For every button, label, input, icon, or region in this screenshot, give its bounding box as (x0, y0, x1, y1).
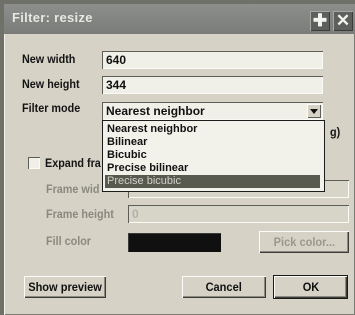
dropdown-option[interactable]: Precise bilinear (105, 162, 188, 175)
filter-mode-value: Nearest neighbor (106, 104, 205, 118)
fill-color-swatch (128, 233, 221, 252)
cancel-button[interactable]: Cancel (182, 276, 266, 298)
new-height-label: New height (22, 77, 80, 91)
title-bar[interactable]: Filter: resize ✚ ✕ (4, 4, 355, 34)
show-preview-button[interactable]: Show preview (24, 276, 106, 298)
show-preview-label: Show preview (28, 280, 102, 294)
dialog-title: Filter: resize (12, 10, 93, 25)
frame-height-input[interactable]: 0 (128, 205, 349, 223)
filter-mode-dropdown-list: Nearest neighbor Bilinear Bicubic Precis… (102, 120, 325, 192)
ok-button[interactable]: OK (273, 275, 348, 299)
expand-frame-label: Expand fra (45, 156, 101, 170)
pick-color-label: Pick color... (273, 235, 335, 249)
ok-label: OK (302, 280, 319, 294)
frame-height-value: 0 (132, 207, 139, 221)
frame-width-label: Frame wid (46, 182, 100, 196)
dropdown-option[interactable]: Nearest neighbor (105, 123, 197, 136)
hidden-option-suffix: g) (330, 125, 341, 139)
filter-mode-select[interactable]: Nearest neighbor (102, 102, 323, 120)
dropdown-option[interactable]: Bilinear (105, 136, 147, 149)
cancel-label: Cancel (205, 280, 243, 294)
new-width-input[interactable]: 640 (102, 51, 323, 69)
expand-frame-checkbox[interactable] (28, 157, 40, 169)
fill-color-label: Fill color (46, 234, 92, 248)
new-width-label: New width (22, 52, 76, 66)
new-height-value: 344 (106, 78, 127, 92)
chevron-down-icon[interactable] (307, 104, 321, 118)
new-height-input[interactable]: 344 (102, 76, 323, 94)
close-icon[interactable]: ✕ (333, 11, 353, 31)
dropdown-option-highlighted[interactable]: Precise bicubic (105, 175, 320, 188)
dropdown-option[interactable]: Bicubic (105, 149, 147, 162)
new-width-value: 640 (106, 53, 127, 67)
frame-height-label: Frame height (46, 207, 114, 221)
filter-mode-label: Filter mode (22, 101, 81, 115)
resize-dialog: Filter: resize ✚ ✕ New width 640 New hei… (4, 4, 355, 315)
move-icon[interactable]: ✚ (310, 11, 330, 31)
pick-color-button[interactable]: Pick color... (259, 231, 349, 253)
